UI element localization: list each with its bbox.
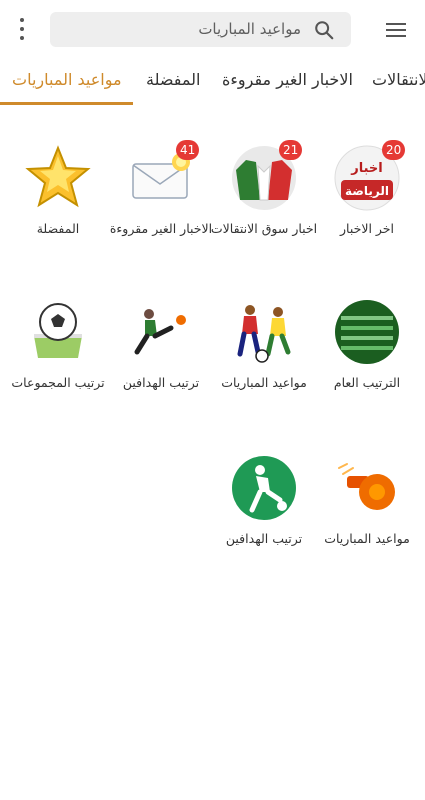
favorite-star-icon [25, 145, 91, 208]
player-kicking-icon [134, 309, 186, 355]
tile-label: المفضلة [36, 221, 80, 236]
tile-group-standings[interactable]: ترتيب المجموعات [0, 298, 123, 398]
football-pitch-icon [335, 300, 399, 364]
hamburger-menu-icon[interactable] [383, 19, 409, 41]
svg-text:الرياضة: الرياضة [345, 184, 389, 198]
referee-whistle-icon [338, 463, 395, 510]
sections-grid: اخبار الرياضة 20 اخر الاخبار 21 اخبار سو… [0, 106, 425, 800]
search-icon[interactable] [313, 19, 335, 41]
ball-trophy-icon [34, 303, 82, 358]
tile-label: ترتيب الهدافين [225, 531, 303, 546]
search-input[interactable]: مواعيد المباريات [50, 12, 351, 47]
tab-unread-news[interactable]: الاخبار الغير مقروءة [222, 70, 353, 89]
tile-favorites[interactable]: المفضلة [0, 144, 123, 244]
scorer-silhouette-icon [232, 456, 296, 520]
tile-top-scorers-2[interactable]: ترتيب الهدافين [199, 454, 329, 554]
app-bar: مواعيد المباريات [0, 0, 425, 58]
tab-transfers[interactable]: الانتقالات [372, 70, 425, 89]
active-tab-indicator [0, 102, 133, 105]
svg-text:اخبار: اخبار [350, 161, 383, 176]
news-count-badge: 20 [382, 140, 406, 160]
tile-label: ترتيب المجموعات [11, 375, 105, 390]
transfers-count-badge: 21 [279, 140, 303, 160]
football-players-icon [237, 305, 291, 363]
tab-favorites[interactable]: المفضلة [146, 70, 200, 89]
tab-bar: مواعيد المباريات المفضلة الاخبار الغير م… [0, 58, 425, 106]
tab-match-schedule[interactable]: مواعيد المباريات [12, 70, 122, 89]
more-options-icon[interactable] [14, 18, 30, 40]
search-placeholder: مواعيد المباريات [198, 20, 301, 38]
unread-count-badge: 41 [176, 140, 200, 160]
